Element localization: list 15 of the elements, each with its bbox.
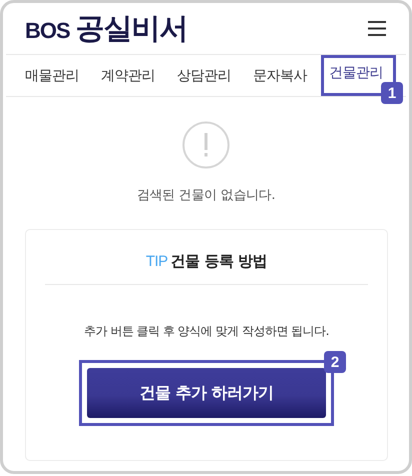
- tab[interactable]: 계약관리: [101, 55, 155, 96]
- tab[interactable]: 문자복사: [253, 55, 307, 96]
- tab[interactable]: 상담관리: [177, 55, 231, 96]
- tab[interactable]: 매물관리: [25, 55, 79, 96]
- warning-icon: [182, 121, 230, 169]
- callout-badge: 2: [324, 351, 346, 373]
- menu-icon[interactable]: [368, 21, 386, 36]
- logo-text: BOS: [25, 18, 70, 44]
- tab[interactable]: 건물관리: [329, 62, 383, 84]
- tip-description: 추가 버튼 클릭 후 양식에 맞게 작성하면 됩니다.: [84, 323, 329, 340]
- callout-badge: 1: [381, 82, 403, 104]
- logo-title: 공실비서: [76, 10, 188, 46]
- empty-message: 검색된 건물이 없습니다.: [136, 187, 276, 204]
- add-building-button[interactable]: 건물 추가 하러가기: [87, 368, 326, 418]
- tip-title: TIP 건물 등록 방법: [146, 252, 268, 271]
